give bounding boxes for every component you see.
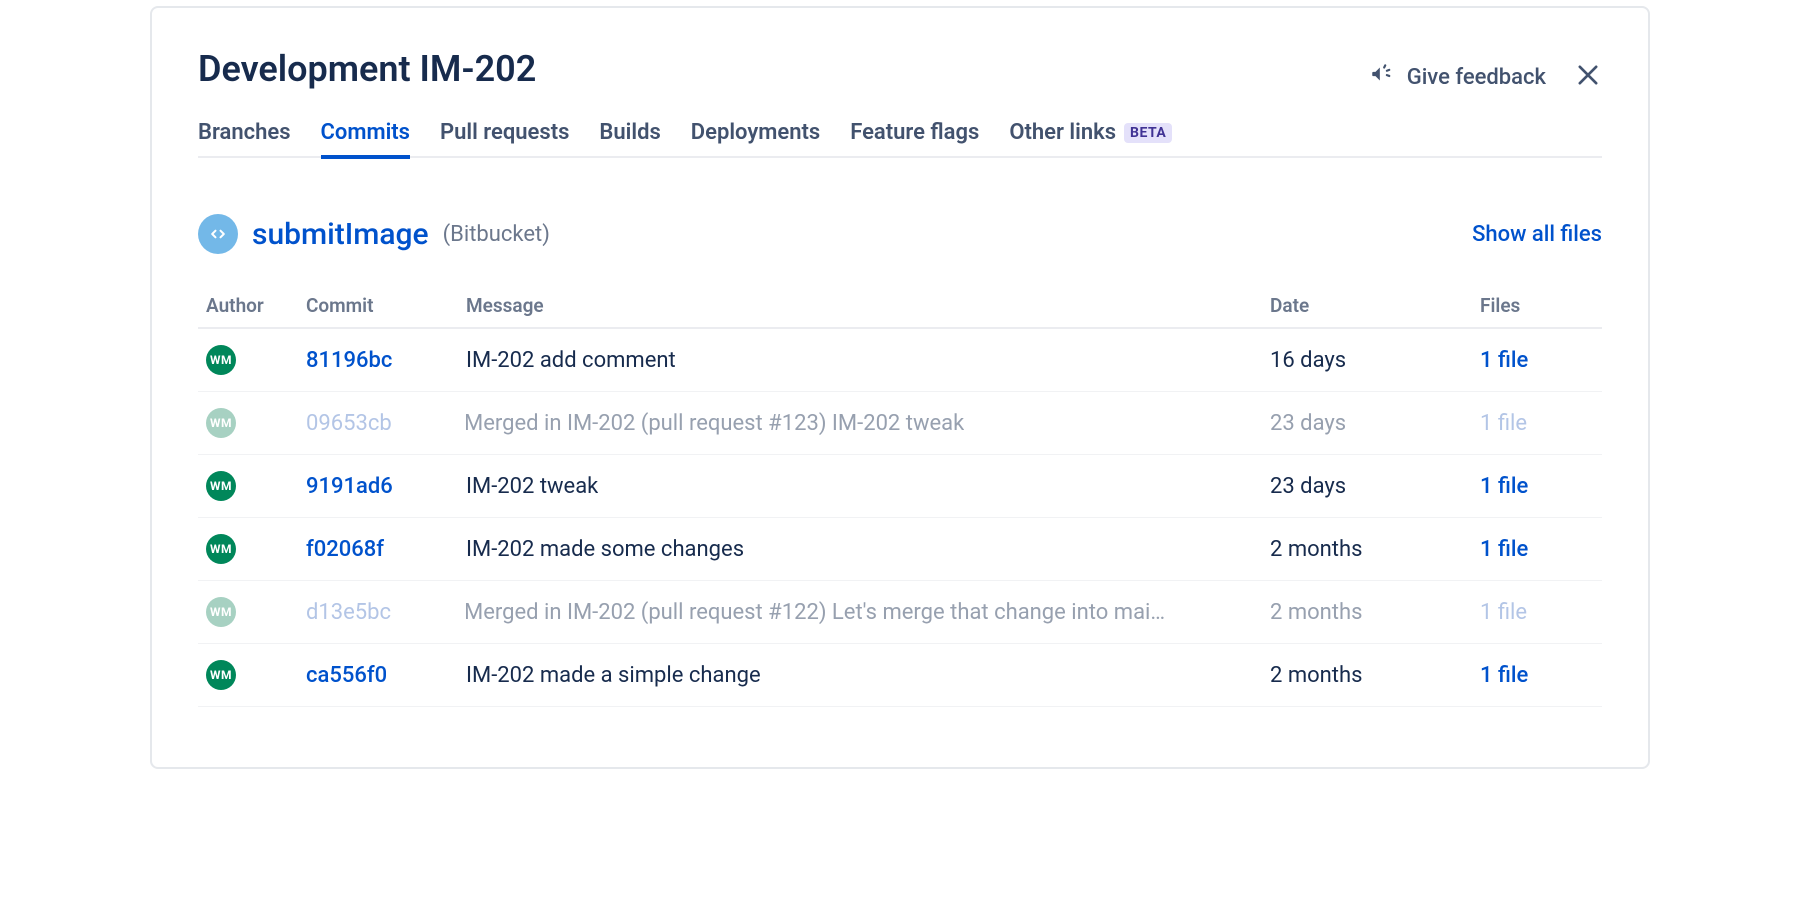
files-link[interactable]: 1 file (1480, 474, 1528, 499)
table-row: WM 9191ad6 IM-202 tweak 23 days 1 file (198, 455, 1602, 518)
development-dialog: Development IM-202 Give feedback Branche… (150, 6, 1650, 769)
tab-commits[interactable]: Commits (321, 114, 410, 159)
commit-message: IM-202 add comment (466, 348, 676, 373)
close-button[interactable] (1574, 61, 1602, 93)
commit-date: 2 months (1262, 581, 1472, 644)
table-row: WM f02068f IM-202 made some changes 2 month… (198, 518, 1602, 581)
tab-label: Builds (599, 120, 660, 145)
commit-hash-link[interactable]: 81196bc (306, 348, 392, 373)
files-link[interactable]: 1 file (1480, 348, 1528, 373)
show-all-files-link[interactable]: Show all files (1472, 222, 1602, 247)
table-row: WMd13e5bcMMerged in IM-202 (pull request… (198, 581, 1602, 644)
tab-label: Commits (321, 120, 410, 145)
commits-table: Author Commit Message Date Files WM 81196… (198, 284, 1602, 707)
col-header-message: Message (458, 284, 1262, 328)
commit-message: IM-202 tweak (466, 474, 598, 499)
give-feedback-label: Give feedback (1407, 65, 1546, 90)
commit-date: 16 days (1262, 328, 1472, 392)
commit-date: 23 days (1262, 392, 1472, 455)
tab-label: Deployments (691, 120, 820, 145)
dialog-title: Development IM-202 (198, 48, 536, 90)
repo-provider: (Bitbucket) (443, 222, 550, 247)
tab-label: Pull requests (440, 120, 569, 145)
commit-date: 2 months (1262, 644, 1472, 707)
commit-message: IM-202 made some changes (466, 537, 744, 562)
commit-hash-link[interactable]: 9191ad6 (306, 474, 393, 499)
avatar[interactable]: WM (206, 345, 236, 375)
avatar[interactable]: WM (206, 471, 236, 501)
tab-label: Feature flags (850, 120, 979, 145)
tab-branches[interactable]: Branches (198, 114, 291, 159)
files-link[interactable]: 1 file (1480, 600, 1527, 625)
commit-message: Merged in IM-202 (pull request #123) IM-… (466, 411, 964, 436)
commit-hash-link[interactable]: f02068f (306, 537, 384, 562)
give-feedback-button[interactable]: Give feedback (1369, 61, 1546, 93)
code-icon (198, 214, 238, 254)
tab-pull-requests[interactable]: Pull requests (440, 114, 569, 159)
close-icon (1574, 61, 1602, 93)
dialog-header: Development IM-202 Give feedback (198, 40, 1602, 114)
tab-other-links[interactable]: Other links BETA (1009, 114, 1172, 159)
col-header-commit: Commit (298, 284, 458, 328)
table-row: WM ca556f0 IM-202 made a simple change 2 mo… (198, 644, 1602, 707)
tab-label: Other links (1009, 120, 1116, 145)
repo-info: submitImage (Bitbucket) (198, 214, 550, 254)
files-link[interactable]: 1 file (1480, 663, 1528, 688)
commit-date: 2 months (1262, 518, 1472, 581)
files-link[interactable]: 1 file (1480, 537, 1528, 562)
tab-label: Branches (198, 120, 291, 145)
tabs-nav: Branches Commits Pull requests Builds Deploy… (198, 114, 1602, 158)
avatar[interactable]: WM (206, 660, 236, 690)
repo-row: submitImage (Bitbucket) Show all files (198, 214, 1602, 254)
commit-message: IM-202 made a simple change (466, 663, 761, 688)
commit-hash-link[interactable]: ca556f0 (306, 663, 387, 688)
col-header-date: Date (1262, 284, 1472, 328)
col-header-author: Author (198, 284, 298, 328)
col-header-files: Files (1472, 284, 1602, 328)
avatar[interactable]: WM (206, 597, 236, 627)
commit-date: 23 days (1262, 455, 1472, 518)
megaphone-icon (1369, 61, 1395, 93)
commit-message: Merged in IM-202 (pull request #122) Let… (466, 600, 1165, 625)
avatar[interactable]: WM (206, 408, 236, 438)
header-actions: Give feedback (1369, 61, 1602, 93)
avatar[interactable]: WM (206, 534, 236, 564)
beta-badge: BETA (1124, 123, 1172, 143)
commit-hash-link[interactable]: 09653cb (306, 411, 392, 436)
tab-feature-flags[interactable]: Feature flags (850, 114, 979, 159)
files-link[interactable]: 1 file (1480, 411, 1527, 436)
tab-deployments[interactable]: Deployments (691, 114, 820, 159)
commit-hash-link[interactable]: d13e5bc (306, 600, 391, 625)
repo-name-link[interactable]: submitImage (252, 217, 429, 252)
table-row: WM09653cbMMerged in IM-202 (pull request… (198, 392, 1602, 455)
tab-builds[interactable]: Builds (599, 114, 660, 159)
table-row: WM 81196bc IM-202 add comment 16 days 1 file (198, 328, 1602, 392)
